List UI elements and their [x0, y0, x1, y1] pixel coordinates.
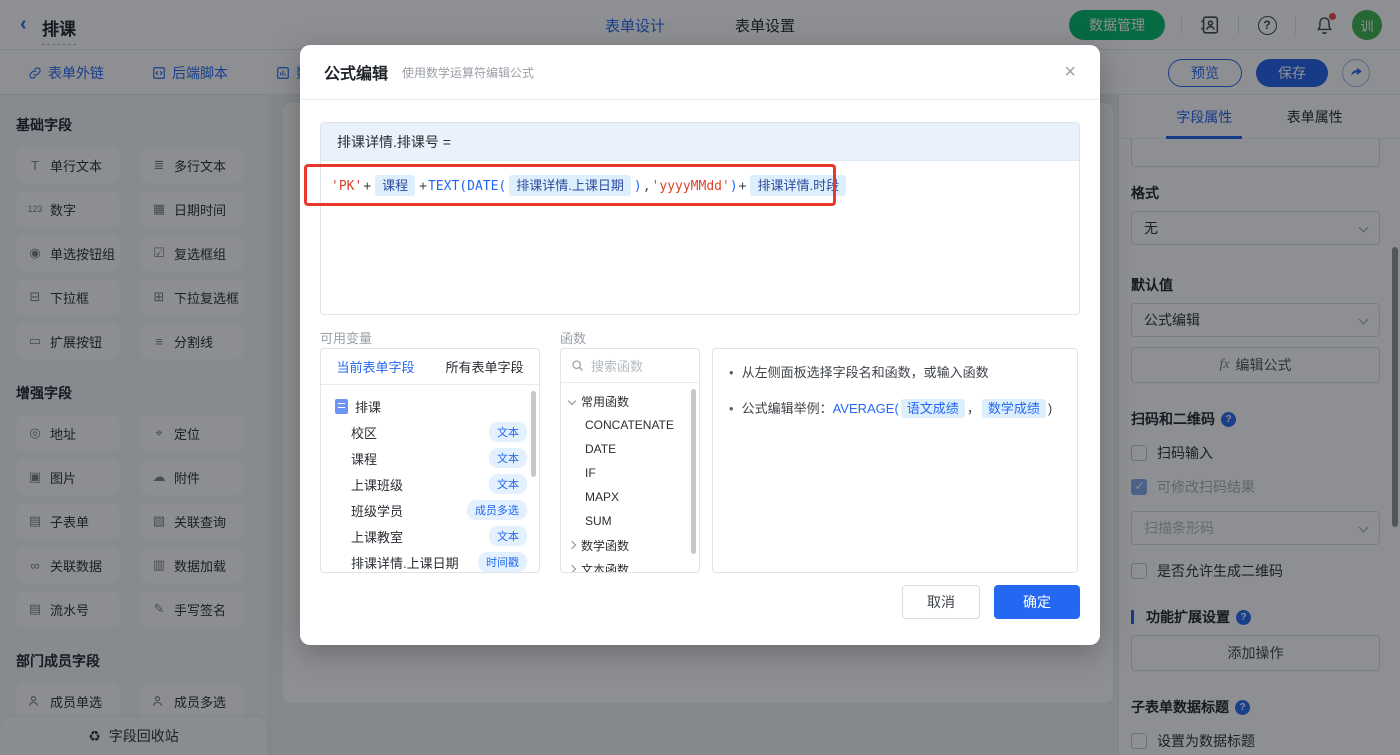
- formula-field-token[interactable]: 排课详情.上课日期: [509, 175, 631, 196]
- functions-scrollbar[interactable]: [691, 389, 696, 554]
- variable-row-上课班级[interactable]: 上课班级 文本: [321, 471, 539, 497]
- formula-func: ): [633, 179, 642, 194]
- bullet-icon: •: [729, 365, 734, 380]
- tip-text: 从左侧面板选择字段名和函数，或输入函数: [741, 365, 989, 380]
- formula-editor-modal: 公式编辑 使用数学运算符编辑公式 × 排课详情.排课号 = 'PK'+ 课程 +TE…: [300, 45, 1100, 645]
- variable-root-label: 排课: [355, 399, 382, 415]
- variable-name: 排课详情.上课日期: [351, 555, 459, 571]
- formula-box: 排课详情.排课号 = 'PK'+ 课程 +TEXT(DATE(排课详情.上课日期),…: [320, 122, 1080, 315]
- example-token: 语文成绩: [900, 398, 965, 418]
- formula-str: 'PK': [331, 179, 363, 194]
- variable-row-排课详情.上课日期[interactable]: 排课详情.上课日期 时间戳: [321, 549, 539, 572]
- variable-type-badge: 文本: [489, 448, 527, 468]
- variables-scrollbar[interactable]: [531, 391, 536, 477]
- chevron-right-icon: [567, 540, 577, 550]
- variables-panel: 当前表单字段 所有表单字段 排课 校区 文本 课程 文本 上课班级 文本 班级学员 成员多选 上课教…: [320, 348, 540, 573]
- functions-panel: 搜索函数 常用函数 CONCATENATE DATE IF MAPX SUM 数学函数文本函…: [560, 348, 700, 573]
- variable-row-课程[interactable]: 课程 文本: [321, 445, 539, 471]
- chevron-right-icon: [567, 564, 577, 572]
- formula-op: +: [738, 179, 747, 194]
- example-token: 数学成绩: [981, 398, 1046, 418]
- formula-editor[interactable]: 'PK'+ 课程 +TEXT(DATE(排课详情.上课日期),'yyyyMMdd')…: [321, 161, 1079, 208]
- modal-subtitle: 使用数学运算符编辑公式: [402, 65, 535, 80]
- tip-example: 公式编辑举例：AVERAGE(语文成绩，数学成绩): [741, 398, 1053, 418]
- variable-type-badge: 成员多选: [467, 500, 527, 520]
- variable-type-badge: 文本: [489, 422, 527, 442]
- function-group-label: 文本函数: [581, 562, 630, 573]
- formula-target: 排课详情.排课号 =: [321, 123, 1079, 161]
- close-icon[interactable]: ×: [1064, 62, 1076, 82]
- function-search-placeholder: 搜索函数: [591, 359, 644, 374]
- variable-type-badge: 文本: [489, 474, 527, 494]
- function-group-label: 常用函数: [581, 394, 630, 409]
- function-item-IF[interactable]: IF: [561, 461, 699, 485]
- variable-row-上课教室[interactable]: 上课教室 文本: [321, 523, 539, 549]
- function-item-DATE[interactable]: DATE: [561, 437, 699, 461]
- variable-type-badge: 时间戳: [478, 552, 527, 572]
- chevron-down-icon: [567, 396, 577, 406]
- function-group-数学函数[interactable]: 数学函数: [561, 533, 699, 557]
- function-search[interactable]: 搜索函数: [561, 349, 699, 383]
- variable-name: 校区: [351, 425, 378, 441]
- bullet-icon: •: [729, 400, 734, 416]
- search-icon: [572, 360, 583, 371]
- formula-func: TEXT(DATE(: [427, 179, 507, 194]
- formula-tips-panel: • 从左侧面板选择字段名和函数，或输入函数 • 公式编辑举例：AVERAGE(语文…: [712, 348, 1078, 573]
- variables-label: 可用变量: [320, 331, 373, 346]
- vars-tab-所有表单字段[interactable]: 所有表单字段: [445, 357, 523, 376]
- formula-str: 'yyyyMMdd': [651, 179, 730, 194]
- variable-name: 课程: [351, 451, 378, 467]
- function-group-常用函数[interactable]: 常用函数: [561, 389, 699, 413]
- formula-func: ): [729, 179, 738, 194]
- formula-field-token[interactable]: 课程: [375, 175, 416, 196]
- variable-row-校区[interactable]: 校区 文本: [321, 419, 539, 445]
- modal-title: 公式编辑: [324, 66, 389, 83]
- function-item-SUM[interactable]: SUM: [561, 509, 699, 533]
- form-doc-icon: [335, 398, 348, 414]
- variable-root-row[interactable]: 排课: [321, 393, 539, 419]
- confirm-button[interactable]: 确定: [994, 585, 1080, 619]
- variable-name: 上课班级: [351, 477, 404, 493]
- function-group-label: 数学函数: [581, 538, 630, 553]
- cancel-button[interactable]: 取消: [902, 585, 980, 619]
- formula-op: +: [363, 179, 372, 194]
- function-item-MAPX[interactable]: MAPX: [561, 485, 699, 509]
- formula-op: ,: [642, 179, 651, 194]
- variable-name: 上课教室: [351, 529, 404, 545]
- function-item-CONCATENATE[interactable]: CONCATENATE: [561, 413, 699, 437]
- formula-op: +: [419, 179, 427, 194]
- variable-name: 班级学员: [351, 503, 404, 519]
- functions-label: 函数: [560, 331, 587, 346]
- function-group-文本函数[interactable]: 文本函数: [561, 557, 699, 573]
- vars-tab-当前表单字段[interactable]: 当前表单字段: [336, 357, 414, 376]
- variable-type-badge: 文本: [489, 526, 527, 546]
- formula-field-token[interactable]: 排课详情.时段: [750, 175, 847, 196]
- variable-row-班级学员[interactable]: 班级学员 成员多选: [321, 497, 539, 523]
